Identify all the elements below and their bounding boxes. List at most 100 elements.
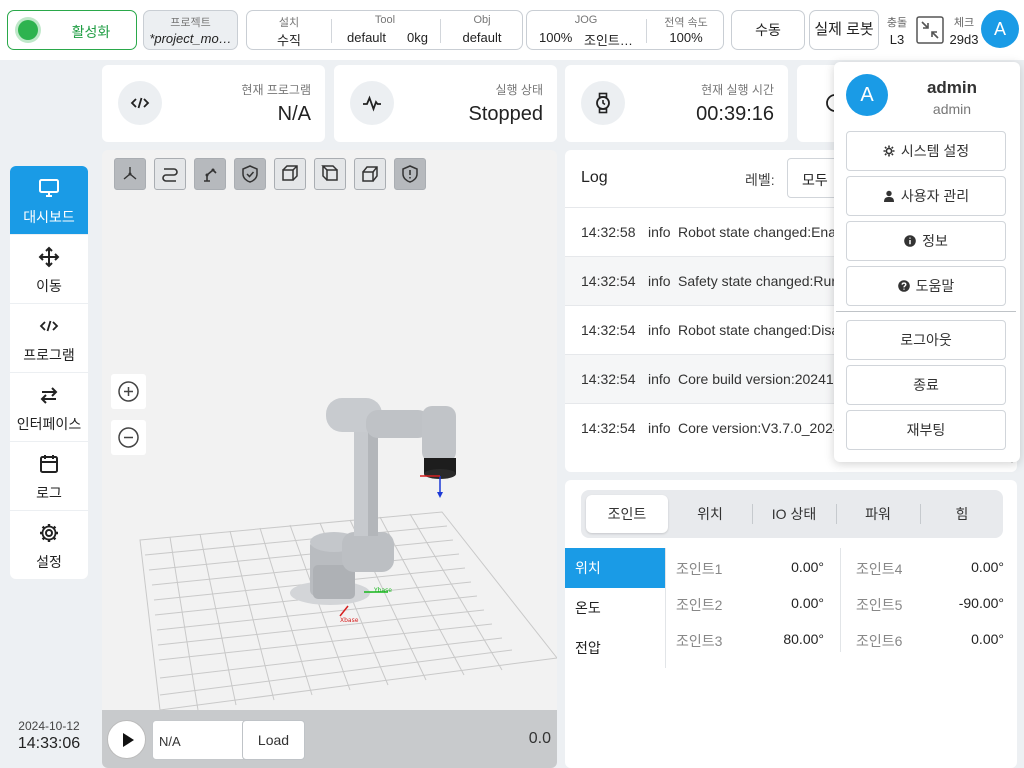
user-role: admin: [932, 101, 972, 117]
jog-speed-panel[interactable]: JOG 100% 조인트… 전역 속도 100%: [526, 10, 724, 50]
collision-level[interactable]: 충돌 L3: [883, 14, 911, 47]
load-button[interactable]: Load: [242, 720, 305, 760]
sidebar-item-log[interactable]: 로그: [10, 442, 88, 511]
code-icon: [39, 320, 59, 332]
joint-value: 0.00°: [791, 595, 824, 611]
sidebar-item-label: 이동: [36, 278, 62, 294]
sidebar: 대시보드 이동 프로그램 인터페이스 로그 설정: [10, 166, 88, 579]
global-speed-value: 100%: [669, 30, 703, 45]
sidebar-item-program[interactable]: 프로그램: [10, 304, 88, 373]
collision-value: L3: [889, 32, 905, 47]
log-level: info: [648, 322, 671, 338]
install-tool-obj-panel[interactable]: 설치 수직 Tool default 0kg Obj default: [246, 10, 523, 50]
activate-label: 활성화: [71, 24, 111, 40]
view-shield-check-icon[interactable]: [234, 158, 266, 190]
install-caption: 설치: [278, 17, 300, 29]
info-icon: [904, 235, 916, 247]
view-axis-icon[interactable]: [114, 158, 146, 190]
subtab-position[interactable]: 위치: [565, 548, 665, 588]
tab-power[interactable]: 파워: [837, 495, 919, 533]
sidebar-item-move[interactable]: 이동: [10, 235, 88, 304]
tab-io-status[interactable]: IO 상태: [753, 495, 835, 533]
tab-force[interactable]: 힘: [921, 495, 1003, 533]
log-message: Core version:V3.7.0_2024: [678, 420, 841, 436]
subtab-temperature[interactable]: 온도: [565, 588, 665, 628]
view-cube-top-icon[interactable]: [354, 158, 386, 190]
joint-value: 0.00°: [971, 559, 1004, 575]
program-playbar: N/A Load 0.0: [102, 710, 557, 768]
card-value: 00:39:16: [696, 103, 774, 125]
log-message: Core build version:20241010: [678, 371, 858, 387]
check-value: 29d3: [949, 32, 979, 47]
activate-button[interactable]: 활성화: [7, 10, 137, 50]
gear-icon: [40, 524, 58, 542]
view-robot-icon[interactable]: [194, 158, 226, 190]
help-label: 도움말: [915, 278, 955, 294]
system-settings-label: 시스템 설정: [900, 143, 970, 159]
sidebar-item-settings[interactable]: 설정: [10, 511, 88, 579]
log-level-label: 레벨:: [745, 172, 775, 188]
quit-button[interactable]: 종료: [846, 365, 1006, 405]
log-time: 14:32:54: [581, 273, 636, 289]
user-avatar-button[interactable]: A: [981, 10, 1019, 48]
view-shield-alert-icon[interactable]: [394, 158, 426, 190]
subtab-voltage[interactable]: 전압: [565, 628, 665, 668]
jog-caption: JOG: [574, 14, 598, 26]
collision-caption: 충돌: [886, 17, 908, 29]
project-name: *project_mo…: [149, 31, 232, 46]
sidebar-item-label: 설정: [36, 554, 62, 570]
run-state-card: 실행 상태 Stopped: [334, 65, 557, 142]
system-settings-button[interactable]: 시스템 설정: [846, 131, 1006, 171]
joint-name: 조인트3: [676, 633, 723, 649]
robot-3d-view[interactable]: Ybase Xbase N/A Load 0.0: [102, 150, 557, 768]
user-management-button[interactable]: 사용자 관리: [846, 176, 1006, 216]
user-icon: [883, 190, 894, 202]
sidebar-item-label: 대시보드: [23, 209, 75, 225]
reboot-button[interactable]: 재부팅: [846, 410, 1006, 450]
log-level: info: [648, 273, 671, 289]
manual-mode-button[interactable]: 수동: [731, 10, 805, 50]
play-icon: [123, 733, 134, 747]
info-label: 정보: [922, 233, 948, 249]
real-robot-button[interactable]: 실제 로봇: [809, 10, 879, 50]
help-icon: [897, 280, 910, 292]
run-time-card: 현재 실행 시간 00:39:16: [565, 65, 788, 142]
tab-joint[interactable]: 조인트: [586, 495, 668, 533]
tab-position[interactable]: 위치: [669, 495, 751, 533]
card-value: N/A: [277, 103, 311, 125]
current-program-card: 현재 프로그램 N/A: [102, 65, 325, 142]
pulse-icon: [350, 81, 394, 125]
svg-text:Xbase: Xbase: [340, 617, 359, 624]
shrink-icon[interactable]: [916, 16, 944, 44]
log-level-value: 모두: [802, 172, 828, 188]
sidebar-item-dashboard[interactable]: 대시보드: [10, 166, 88, 235]
card-value: Stopped: [468, 103, 543, 125]
view-cube-front-icon[interactable]: [274, 158, 306, 190]
robot-scene[interactable]: Ybase Xbase: [102, 380, 557, 710]
play-button[interactable]: [107, 720, 146, 759]
info-button[interactable]: 정보: [846, 221, 1006, 261]
log-title: Log: [581, 169, 608, 186]
view-path-icon[interactable]: [154, 158, 186, 190]
sidebar-item-label: 로그: [36, 485, 62, 501]
current-date: 2024-10-12: [18, 719, 80, 733]
log-level: info: [648, 224, 671, 240]
help-button[interactable]: 도움말: [846, 266, 1006, 306]
program-field-value: N/A: [159, 734, 181, 749]
speed-readout: 0.0: [528, 730, 551, 747]
user-menu-dropdown: A admin admin 시스템 설정 사용자 관리 정보 도움말 로그아웃 …: [834, 62, 1020, 462]
partial-card: [797, 65, 844, 142]
project-selector[interactable]: 프로젝트 *project_mo…: [143, 10, 238, 50]
joint-name: 조인트4: [856, 561, 903, 577]
view-cube-side-icon[interactable]: [314, 158, 346, 190]
check-caption: 체크: [953, 17, 975, 29]
calendar-icon: [40, 455, 58, 473]
sidebar-item-interface[interactable]: 인터페이스: [10, 373, 88, 442]
top-bar: 활성화 프로젝트 *project_mo… 설치 수직 Tool default…: [0, 0, 1024, 60]
logout-button[interactable]: 로그아웃: [846, 320, 1006, 360]
status-dot-icon: [18, 20, 38, 40]
log-time: 14:32:54: [581, 420, 636, 436]
joint-name: 조인트2: [676, 597, 723, 613]
gear-icon: [883, 145, 895, 157]
joint-value: -90.00°: [958, 595, 1004, 611]
